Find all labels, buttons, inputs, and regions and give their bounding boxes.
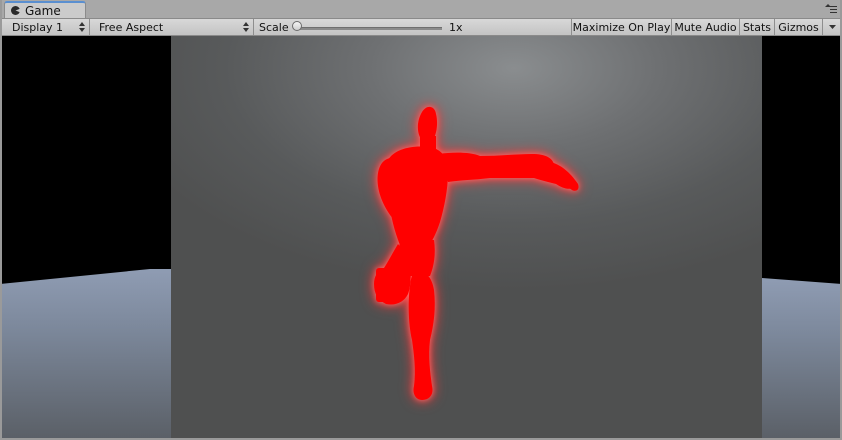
aspect-dropdown[interactable]: Free Aspect: [90, 19, 254, 35]
scale-label: Scale: [259, 20, 289, 34]
tab-game-label: Game: [25, 3, 61, 18]
maximize-on-play-toggle[interactable]: Maximize On Play: [572, 19, 672, 35]
mute-label: Mute Audio: [674, 20, 737, 34]
stats-toggle[interactable]: Stats: [740, 19, 775, 35]
panel-menu-icon[interactable]: [824, 3, 838, 15]
gizmos-dropdown[interactable]: [823, 19, 842, 35]
game-toolbar: Display 1 Free Aspect Scale 1x Maximize …: [0, 19, 842, 36]
scale-slider-track[interactable]: [298, 27, 442, 30]
pacman-icon: [11, 6, 20, 15]
character-silhouette: [374, 106, 579, 400]
tab-bar: Game: [0, 0, 842, 19]
game-viewport[interactable]: [0, 36, 842, 440]
scale-value: 1x: [449, 20, 463, 34]
mute-audio-toggle[interactable]: Mute Audio: [672, 19, 740, 35]
gizmos-label: Gizmos: [778, 20, 819, 34]
scale-slider-thumb[interactable]: [292, 21, 302, 31]
chevron-down-icon: [829, 24, 836, 29]
tab-game[interactable]: Game: [4, 1, 86, 18]
aspect-label: Free Aspect: [99, 20, 164, 34]
dropdown-arrows-icon: [79, 22, 85, 32]
stats-label: Stats: [742, 20, 772, 34]
display-label: Display 1: [12, 20, 64, 34]
dropdown-arrows-icon: [243, 22, 249, 32]
maximize-label: Maximize On Play: [572, 20, 671, 34]
gizmos-toggle[interactable]: Gizmos: [775, 19, 823, 35]
display-dropdown[interactable]: Display 1: [0, 19, 90, 35]
